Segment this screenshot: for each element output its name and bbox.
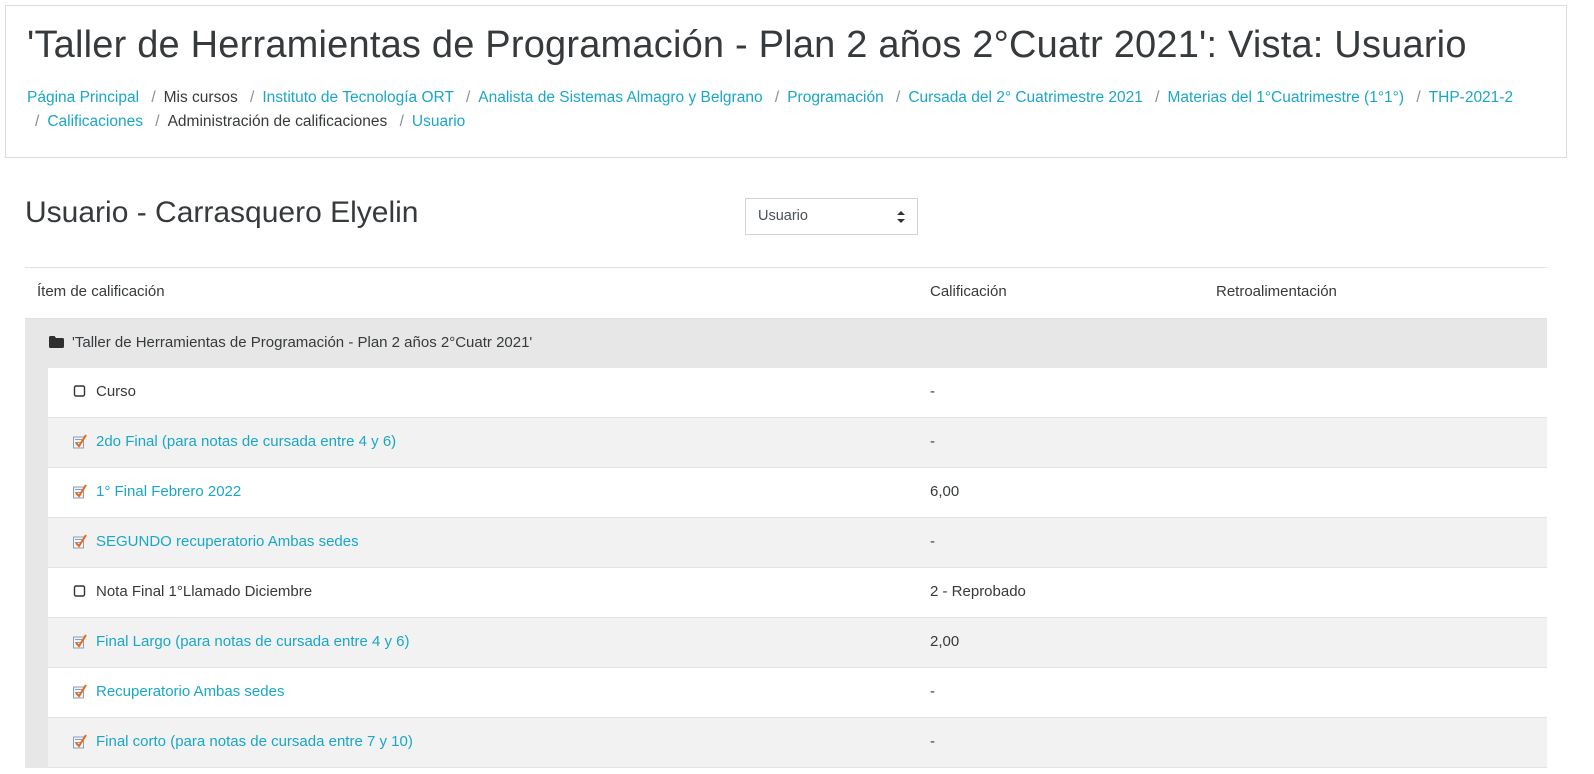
- grade-item-link[interactable]: SEGUNDO recuperatorio Ambas sedes: [96, 533, 359, 550]
- table-row: Final corto (para notas de cursada entre…: [48, 718, 1547, 768]
- breadcrumb-item[interactable]: Programación: [787, 89, 884, 106]
- breadcrumb-separator: /: [1155, 89, 1160, 106]
- category-row: 'Taller de Herramientas de Programación …: [25, 319, 1547, 368]
- breadcrumb-item: Administración de calificaciones: [167, 112, 388, 130]
- breadcrumb-item[interactable]: Calificaciones: [47, 113, 143, 130]
- breadcrumb-separator: /: [155, 112, 160, 130]
- grade-item-link[interactable]: 1° Final Febrero 2022: [96, 483, 241, 500]
- table-row: Nota Final 1°Llamado Diciembre 2 - Reprob…: [48, 568, 1547, 618]
- checkbox-icon: [73, 384, 87, 399]
- breadcrumb-separator: /: [250, 89, 255, 106]
- table-row: SEGUNDO recuperatorio Ambas sedes -: [48, 518, 1547, 568]
- breadcrumb-item[interactable]: Usuario: [412, 113, 465, 130]
- grade-value: -: [930, 433, 935, 450]
- table-row: 1° Final Febrero 2022 6,00: [48, 468, 1547, 518]
- assignment-icon: [73, 734, 87, 749]
- category-label: 'Taller de Herramientas de Programación …: [72, 334, 533, 351]
- breadcrumb-item[interactable]: Materias del 1°Cuatrimestre (1°1°): [1167, 89, 1404, 106]
- grade-item-link[interactable]: Recuperatorio Ambas sedes: [96, 683, 284, 700]
- breadcrumb-separator: /: [774, 89, 780, 106]
- assignment-icon: [73, 434, 87, 449]
- breadcrumb-item[interactable]: Página Principal: [27, 89, 139, 106]
- breadcrumb-separator: /: [35, 112, 40, 130]
- grade-item-link[interactable]: Final corto (para notas de cursada entre…: [96, 733, 413, 750]
- breadcrumb-item[interactable]: Cursada del 2° Cuatrimestre 2021: [908, 89, 1143, 106]
- column-header-grade: Calificación: [930, 283, 1007, 300]
- breadcrumb-item[interactable]: THP-2021-2: [1429, 89, 1513, 106]
- grade-item-label: Curso: [96, 383, 137, 400]
- breadcrumb-separator: /: [465, 89, 471, 106]
- page-title: 'Taller de Herramientas de Programación …: [27, 24, 1467, 66]
- column-header-feedback: Retroalimentación: [1216, 283, 1337, 300]
- breadcrumb-item: Mis cursos: [163, 89, 238, 106]
- user-report-heading: Usuario - Carrasquero Elyelin: [25, 196, 419, 229]
- grade-rows: Curso - 2do Final (para notas de cursada e…: [25, 368, 1547, 768]
- table-row: Curso -: [48, 368, 1547, 418]
- breadcrumb-item[interactable]: Instituto de Tecnología ORT: [262, 89, 453, 106]
- assignment-icon: [73, 534, 87, 549]
- grade-value: -: [930, 733, 935, 750]
- grade-item-link[interactable]: 2do Final (para notas de cursada entre 4…: [96, 433, 396, 450]
- user-grade-table: Ítem de calificación Calificación Retroa…: [25, 267, 1547, 768]
- table-row: 2do Final (para notas de cursada entre 4…: [48, 418, 1547, 468]
- grade-item-link[interactable]: Final Largo (para notas de cursada entre…: [96, 633, 410, 650]
- breadcrumb-separator: /: [399, 112, 404, 130]
- grade-value: -: [930, 383, 935, 400]
- report-view-select-value: Usuario: [758, 208, 808, 224]
- column-header-item: Ítem de calificación: [37, 283, 165, 300]
- select-arrows-icon: [897, 211, 905, 223]
- report-view-select[interactable]: Usuario: [745, 198, 918, 235]
- table-row: Recuperatorio Ambas sedes -: [48, 668, 1547, 718]
- table-header: Ítem de calificación Calificación Retroa…: [25, 268, 1547, 319]
- breadcrumb-item[interactable]: Analista de Sistemas Almagro y Belgrano: [478, 89, 762, 106]
- assignment-icon: [73, 484, 87, 499]
- checkbox-icon: [73, 584, 87, 599]
- grade-item-label: Nota Final 1°Llamado Diciembre: [96, 583, 313, 600]
- breadcrumb-separator: /: [896, 89, 901, 106]
- page-header: 'Taller de Herramientas de Programación …: [5, 5, 1567, 158]
- table-row: Final Largo (para notas de cursada entre…: [48, 618, 1547, 668]
- assignment-icon: [73, 684, 87, 699]
- grade-value: 2 - Reprobado: [930, 583, 1026, 600]
- breadcrumb: Página Principal / Mis cursos / Instituto …: [27, 86, 1552, 133]
- breadcrumb-separator: /: [151, 89, 156, 106]
- grade-value: 6,00: [930, 483, 960, 500]
- grade-value: -: [930, 533, 935, 550]
- grade-value: 2,00: [930, 633, 960, 650]
- assignment-icon: [73, 634, 87, 649]
- grade-value: -: [930, 683, 935, 700]
- folder-icon: [49, 336, 64, 348]
- breadcrumb-separator: /: [1416, 89, 1421, 106]
